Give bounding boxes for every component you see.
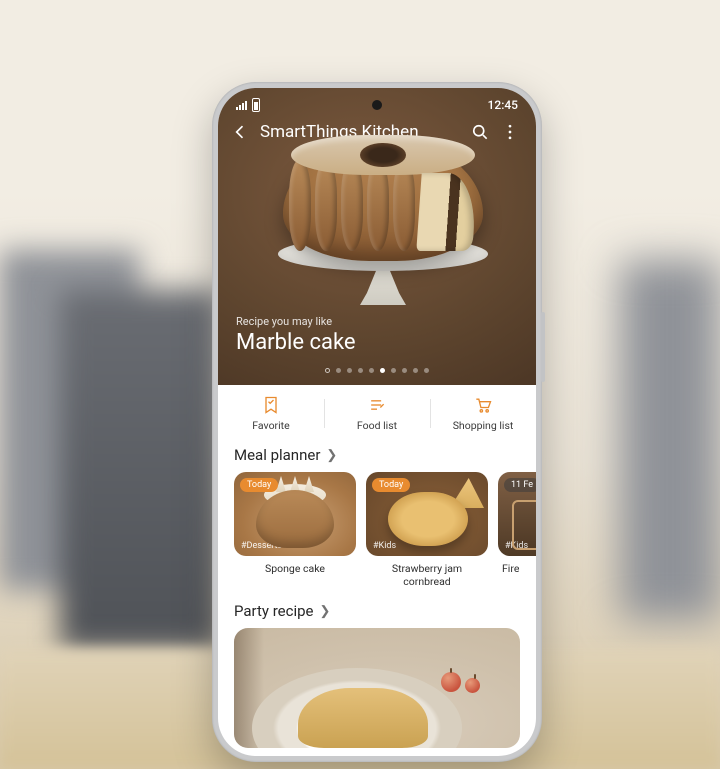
hero-title: Marble cake — [236, 330, 356, 355]
badge-today: Today — [240, 478, 278, 492]
party-recipe-heading[interactable]: Party recipe ❯ — [218, 588, 536, 628]
bg-kitchen — [620, 260, 720, 620]
phone-side-button — [541, 312, 545, 382]
recipe-caption: Fire — [498, 556, 536, 586]
hero-image — [258, 138, 508, 305]
shopping-button[interactable]: Shopping list — [430, 395, 536, 432]
chevron-right-icon: ❯ — [326, 448, 337, 463]
recipe-thumb: Today #Desserts — [234, 472, 356, 556]
recipe-card[interactable]: 11 Fe #Kids Fire — [498, 472, 536, 588]
signal-icon — [236, 100, 248, 110]
stage: 12:45 SmartThings Kitchen — [0, 0, 720, 769]
favorite-label: Favorite — [252, 419, 289, 432]
hero-banner[interactable]: 12:45 SmartThings Kitchen — [218, 88, 536, 385]
front-camera — [372, 100, 382, 110]
foodlist-label: Food list — [357, 419, 397, 432]
recipe-tag: #Desserts — [241, 541, 282, 551]
recipe-tag: #Kids — [505, 541, 528, 551]
party-recipe-image — [298, 688, 428, 748]
party-recipe-image — [441, 672, 480, 693]
meal-planner-heading[interactable]: Meal planner ❯ — [218, 440, 536, 472]
quick-actions: Favorite Food list Shopping list — [218, 385, 536, 440]
back-icon[interactable] — [230, 122, 250, 142]
hero-subtitle: Recipe you may like — [236, 315, 356, 328]
foodlist-button[interactable]: Food list — [324, 395, 430, 432]
phone-screen: 12:45 SmartThings Kitchen — [218, 88, 536, 756]
recipe-caption: Strawberry jam cornbread — [366, 556, 488, 588]
phone-frame: 12:45 SmartThings Kitchen — [212, 82, 542, 762]
party-recipe-label: Party recipe — [234, 602, 314, 620]
recipe-caption: Sponge cake — [234, 556, 356, 586]
cart-icon — [472, 395, 494, 415]
status-time: 12:45 — [488, 98, 518, 112]
carousel-dots[interactable] — [218, 368, 536, 373]
bg-kitchen — [60, 290, 220, 650]
meal-planner-list[interactable]: Today #Desserts Sponge cake Today #Kids … — [218, 472, 536, 588]
list-icon — [366, 395, 388, 415]
badge-date: 11 Fe — [504, 478, 536, 492]
bookmark-icon — [260, 395, 282, 415]
recipe-tag: #Kids — [373, 541, 396, 551]
shopping-label: Shopping list — [453, 419, 514, 432]
battery-icon — [252, 98, 260, 112]
chevron-right-icon: ❯ — [320, 604, 331, 619]
recipe-thumb: Today #Kids — [366, 472, 488, 556]
recipe-card[interactable]: Today #Desserts Sponge cake — [234, 472, 356, 588]
badge-today: Today — [372, 478, 410, 492]
party-recipe-card[interactable] — [234, 628, 520, 748]
meal-planner-label: Meal planner — [234, 446, 320, 464]
recipe-card[interactable]: Today #Kids Strawberry jam cornbread — [366, 472, 488, 588]
recipe-thumb: 11 Fe #Kids — [498, 472, 536, 556]
favorite-button[interactable]: Favorite — [218, 395, 324, 432]
